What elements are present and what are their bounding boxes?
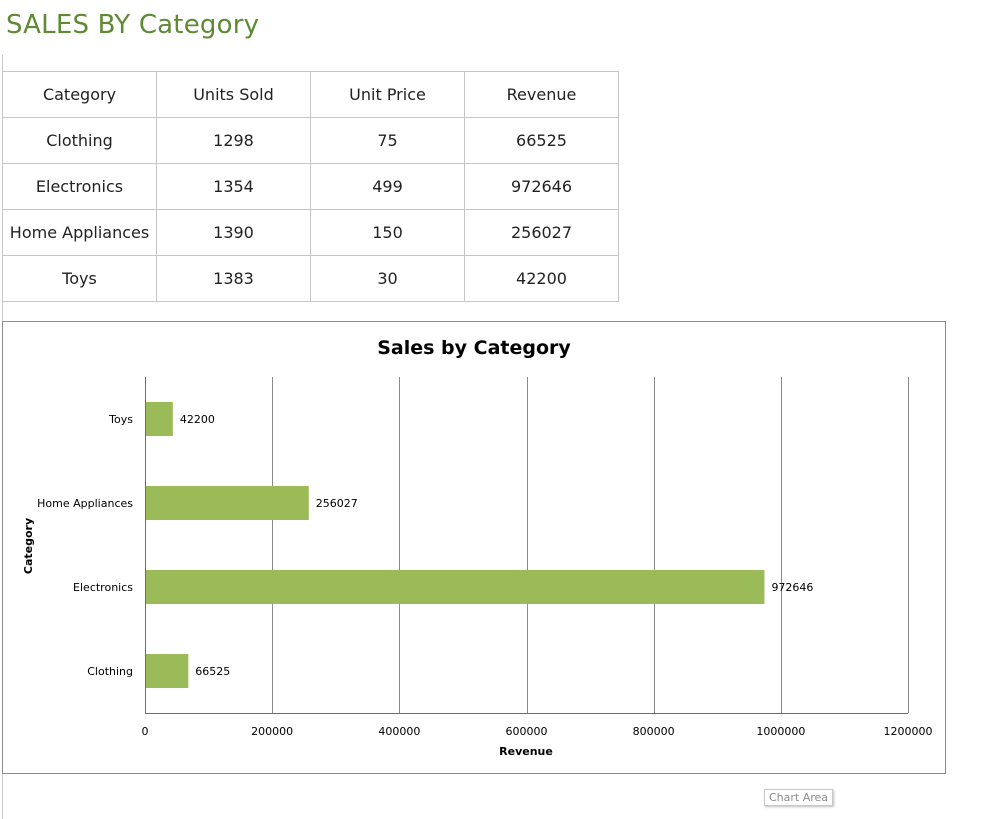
x-tick-label: 0 [142, 725, 149, 738]
cell-unit-price[interactable]: 499 [310, 163, 465, 210]
chart-gridlines [145, 377, 909, 714]
table-row: Home Appliances 1390 150 256027 [2, 209, 619, 256]
x-tick-label: 400000 [378, 725, 420, 738]
data-label[interactable]: 42200 [180, 413, 215, 426]
x-tick-label: 600000 [506, 725, 548, 738]
table-header-row: Category Units Sold Unit Price Revenue [2, 71, 619, 118]
table-row: Clothing 1298 75 66525 [2, 117, 619, 164]
bar-electronics[interactable] [146, 570, 765, 604]
chart-area-tooltip: Chart Area [764, 789, 834, 806]
y-tick-label: Electronics [73, 581, 133, 594]
header-cell-units-sold[interactable]: Units Sold [156, 71, 311, 118]
data-label[interactable]: 256027 [316, 497, 358, 510]
header-cell-unit-price[interactable]: Unit Price [310, 71, 465, 118]
table-row: Toys 1383 30 42200 [2, 255, 619, 302]
cell-revenue[interactable]: 66525 [464, 117, 619, 164]
cell-unit-price[interactable]: 30 [310, 255, 465, 302]
bar-home-appliances[interactable] [146, 486, 309, 520]
header-cell-category[interactable]: Category [2, 71, 157, 118]
cell-units-sold[interactable]: 1383 [156, 255, 311, 302]
bar-clothing[interactable] [146, 654, 189, 688]
table-row: Electronics 1354 499 972646 [2, 163, 619, 210]
cell-category[interactable]: Home Appliances [2, 209, 157, 256]
cell-category[interactable]: Clothing [2, 117, 157, 164]
x-tick-label: 200000 [251, 725, 293, 738]
y-axis-title[interactable]: Category [22, 518, 35, 574]
chart-title[interactable]: Sales by Category [377, 337, 571, 359]
bar-toys[interactable] [146, 402, 173, 436]
cell-category[interactable]: Electronics [2, 163, 157, 210]
x-tick-label: 800000 [633, 725, 675, 738]
cell-revenue[interactable]: 972646 [464, 163, 619, 210]
x-tick-label: 1000000 [756, 725, 805, 738]
data-label[interactable]: 66525 [195, 665, 230, 678]
y-tick-label: Home Appliances [37, 497, 133, 510]
cell-unit-price[interactable]: 75 [310, 117, 465, 164]
cell-unit-price[interactable]: 150 [310, 209, 465, 256]
cell-revenue[interactable]: 256027 [464, 209, 619, 256]
y-tick-label: Toys [108, 413, 133, 426]
x-tick-label: 1200000 [884, 725, 933, 738]
x-axis-title[interactable]: Revenue [499, 745, 553, 758]
header-cell-revenue[interactable]: Revenue [464, 71, 619, 118]
cell-revenue[interactable]: 42200 [464, 255, 619, 302]
chart-area[interactable]: 0 200000 400000 600000 800000 1000000 1200000 C… [2, 321, 946, 774]
bar-chart: 0 200000 400000 600000 800000 1000000 1200000 C… [22, 337, 933, 758]
page-title: SALES BY Category [6, 10, 260, 40]
cell-units-sold[interactable]: 1298 [156, 117, 311, 164]
y-tick-label: Clothing [87, 665, 133, 678]
cell-units-sold[interactable]: 1390 [156, 209, 311, 256]
cell-units-sold[interactable]: 1354 [156, 163, 311, 210]
data-label[interactable]: 972646 [771, 581, 813, 594]
cell-category[interactable]: Toys [2, 255, 157, 302]
chart-bars [146, 402, 765, 688]
sales-table: Category Units Sold Unit Price Revenue C… [2, 71, 619, 302]
